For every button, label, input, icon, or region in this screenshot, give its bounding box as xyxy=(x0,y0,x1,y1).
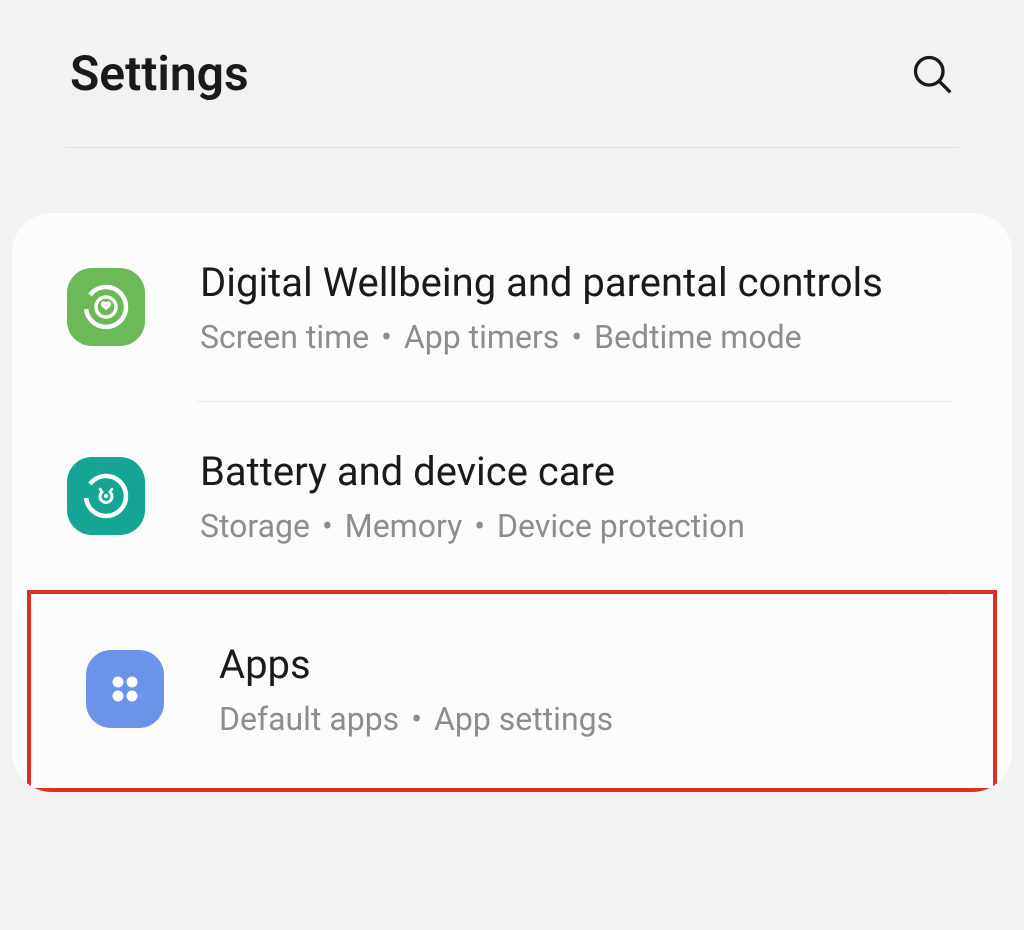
setting-subtitle: Storage•Memory•Device protection xyxy=(200,507,982,545)
setting-content: Battery and device care Storage•Memory•D… xyxy=(200,447,982,545)
setting-title: Apps xyxy=(219,640,963,690)
setting-content: Digital Wellbeing and parental controls … xyxy=(200,258,982,356)
search-icon[interactable] xyxy=(910,52,954,96)
wellbeing-icon xyxy=(67,268,145,346)
setting-item-digital-wellbeing[interactable]: Digital Wellbeing and parental controls … xyxy=(12,213,1012,401)
apps-icon xyxy=(86,650,164,728)
setting-item-battery-device-care[interactable]: Battery and device care Storage•Memory•D… xyxy=(12,402,1012,590)
highlight-annotation: Apps Default apps•App settings xyxy=(27,590,997,792)
header: Settings xyxy=(0,0,1024,147)
setting-item-apps[interactable]: Apps Default apps•App settings xyxy=(31,595,993,788)
setting-title: Digital Wellbeing and parental controls xyxy=(200,258,982,308)
setting-subtitle: Screen time•App timers•Bedtime mode xyxy=(200,318,982,356)
setting-content: Apps Default apps•App settings xyxy=(219,640,963,738)
setting-subtitle: Default apps•App settings xyxy=(219,700,963,738)
device-care-icon xyxy=(67,457,145,535)
settings-list: Digital Wellbeing and parental controls … xyxy=(12,213,1012,792)
page-title: Settings xyxy=(70,45,249,102)
setting-title: Battery and device care xyxy=(200,447,982,497)
header-divider xyxy=(65,147,959,148)
